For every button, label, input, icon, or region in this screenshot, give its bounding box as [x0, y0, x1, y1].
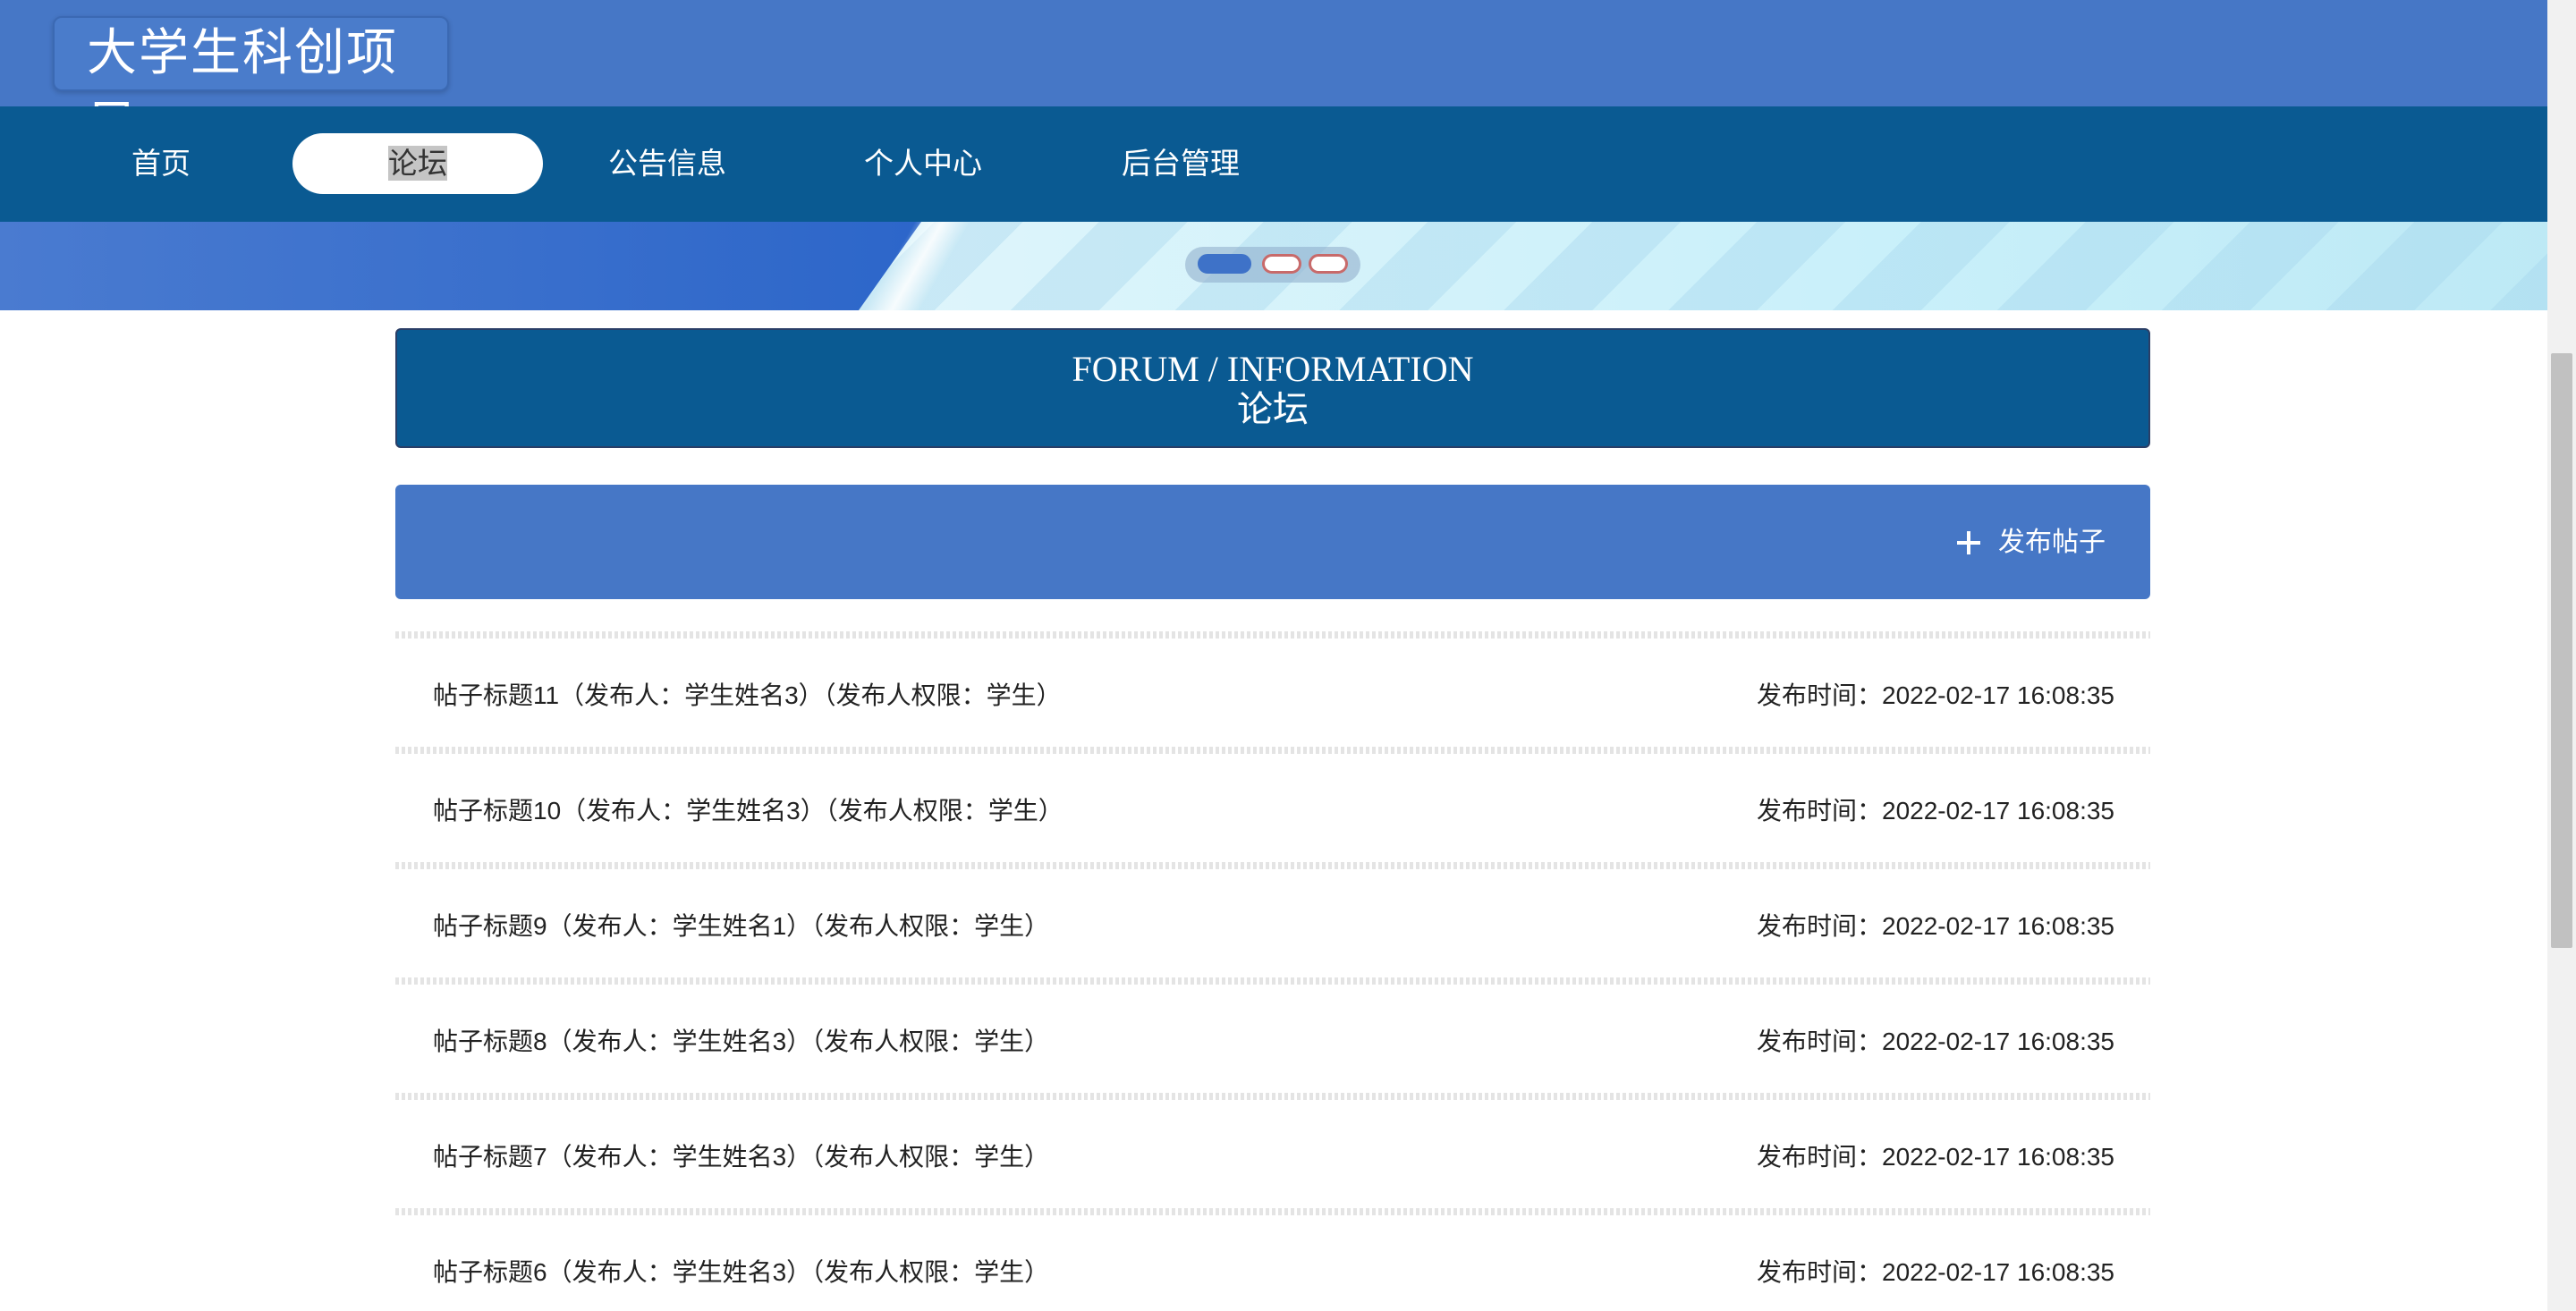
section-title: FORUM / INFORMATION 论坛 — [395, 328, 2150, 448]
nav-item-label: 公告信息 — [608, 146, 726, 181]
nav-item-forum[interactable]: 论坛 — [292, 133, 543, 194]
list-item[interactable]: 帖子标题8（发布人：学生姓名3）（发布人权限：学生） 发布时间：2022-02-… — [395, 977, 2150, 1093]
nav-item-admin[interactable]: 后台管理 — [1106, 133, 1256, 194]
list-item[interactable]: 帖子标题6（发布人：学生姓名3）（发布人权限：学生） 发布时间：2022-02-… — [395, 1208, 2150, 1311]
nav-item-announcements[interactable]: 公告信息 — [592, 133, 742, 194]
list-item[interactable]: 帖子标题11（发布人：学生姓名3）（发布人权限：学生） 发布时间：2022-02… — [395, 631, 2150, 747]
banner-highlight — [841, 222, 975, 310]
nav-item-label: 个人中心 — [864, 146, 982, 181]
post-list: 帖子标题11（发布人：学生姓名3）（发布人权限：学生） 发布时间：2022-02… — [395, 631, 2150, 1311]
nav-item-label: 首页 — [131, 146, 191, 181]
post-title[interactable]: 帖子标题7（发布人：学生姓名3）（发布人权限：学生） — [433, 1138, 1049, 1173]
banner-image — [859, 222, 2547, 310]
page: 大学生科创项目 首页 论坛 公告信息 个人中心 后台管理 FORUM / INF… — [0, 0, 2576, 1311]
section-title-cn: 论坛 — [1237, 389, 1309, 429]
publish-post-button[interactable]: 发布帖子 — [1957, 520, 2106, 565]
list-item[interactable]: 帖子标题10（发布人：学生姓名3）（发布人权限：学生） 发布时间：2022-02… — [395, 747, 2150, 862]
forum-toolbar: 发布帖子 — [395, 485, 2150, 599]
post-time: 发布时间：2022-02-17 16:08:35 — [1757, 912, 2114, 940]
post-time: 发布时间：2022-02-17 16:08:35 — [1757, 1028, 2114, 1055]
post-title[interactable]: 帖子标题11（发布人：学生姓名3）（发布人权限：学生） — [433, 676, 1062, 712]
post-time: 发布时间：2022-02-17 16:08:35 — [1757, 681, 2114, 709]
vertical-scrollbar[interactable] — [2547, 0, 2576, 1311]
nav-item-personal-center[interactable]: 个人中心 — [848, 133, 998, 194]
carousel-dot-1[interactable] — [1198, 254, 1251, 274]
nav-item-home[interactable]: 首页 — [98, 133, 224, 194]
nav-item-label: 后台管理 — [1122, 146, 1240, 181]
post-title[interactable]: 帖子标题9（发布人：学生姓名1）（发布人权限：学生） — [433, 907, 1049, 943]
carousel-dot-3[interactable] — [1309, 254, 1348, 274]
site-brand[interactable]: 大学生科创项目 — [53, 16, 449, 154]
list-item[interactable]: 帖子标题7（发布人：学生姓名3）（发布人权限：学生） 发布时间：2022-02-… — [395, 1093, 2150, 1208]
main-nav: 首页 论坛 公告信息 个人中心 后台管理 — [0, 106, 2547, 222]
post-time: 发布时间：2022-02-17 16:08:35 — [1757, 797, 2114, 825]
section-title-en: FORUM / INFORMATION — [1072, 349, 1474, 389]
scrollbar-thumb[interactable] — [2551, 353, 2572, 948]
post-title[interactable]: 帖子标题8（发布人：学生姓名3）（发布人权限：学生） — [433, 1022, 1049, 1058]
post-time: 发布时间：2022-02-17 16:08:35 — [1757, 1258, 2114, 1286]
banner-carousel — [0, 222, 2547, 310]
post-title[interactable]: 帖子标题10（发布人：学生姓名3）（发布人权限：学生） — [433, 791, 1063, 827]
top-header: 大学生科创项目 — [0, 0, 2547, 154]
list-item[interactable]: 帖子标题9（发布人：学生姓名1）（发布人权限：学生） 发布时间：2022-02-… — [395, 862, 2150, 977]
publish-post-label: 发布帖子 — [1998, 527, 2106, 558]
carousel-dot-2[interactable] — [1262, 254, 1301, 274]
post-time: 发布时间：2022-02-17 16:08:35 — [1757, 1143, 2114, 1171]
plus-icon — [1957, 531, 1980, 554]
carousel-indicators — [1185, 247, 1360, 283]
post-title[interactable]: 帖子标题6（发布人：学生姓名3）（发布人权限：学生） — [433, 1253, 1049, 1289]
nav-item-label: 论坛 — [388, 146, 447, 181]
